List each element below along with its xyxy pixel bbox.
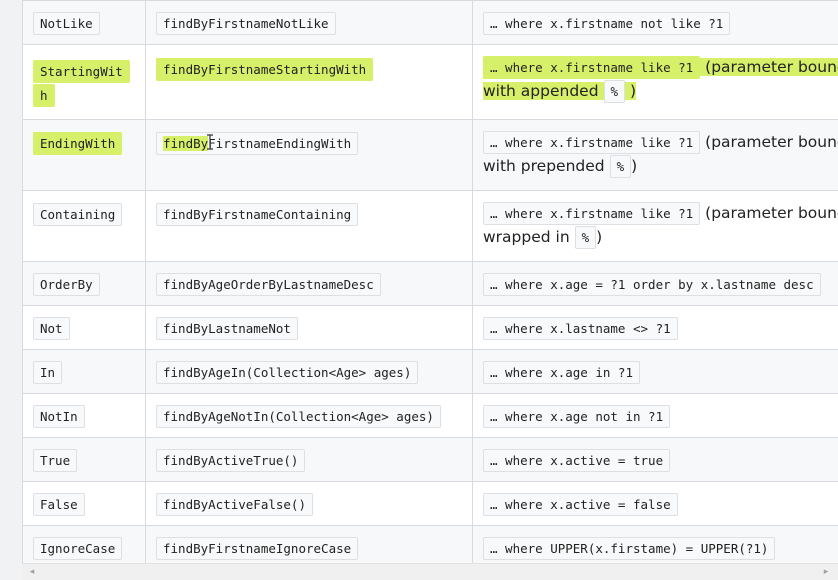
sample-code-rest: FirstnameEndingWith — [208, 136, 352, 151]
sample-code: findByFirstnameNotLike — [156, 12, 336, 35]
table-row: True findByActiveTrue() … where x.active… — [22, 437, 838, 482]
jpql-cell: … where x.age in ?1 — [472, 349, 838, 394]
sample-code: findByActiveTrue() — [156, 449, 306, 472]
keyword-cell: NotIn — [22, 393, 146, 438]
keyword-code: NotIn — [33, 405, 85, 428]
jpql-cell: … where x.firstname like ?1 (parameter b… — [472, 44, 838, 120]
table-row: Containing findByFirstnameContaining … w… — [22, 190, 838, 262]
keyword-code: In — [33, 361, 63, 384]
jpql-code: … where x.lastname <> ?1 — [483, 317, 678, 340]
table-row: In findByAgeIn(Collection<Age> ages) … w… — [22, 349, 838, 394]
sample-code: findByFirstnameIgnoreCase — [156, 537, 359, 560]
jpql-code: … where x.active = false — [483, 493, 678, 516]
keyword-cell: EndingWith — [22, 119, 146, 191]
sample-code-highlight: findBy — [163, 136, 209, 151]
sample-cell: findByFirstnameContaining — [145, 190, 473, 262]
jpql-cell: … where x.age = ?1 order by x.lastname d… — [472, 261, 838, 306]
jpql-cell: … where x.firstname not like ?1 — [472, 0, 838, 45]
keyword-code: StartingWith — [33, 60, 130, 107]
jpql-code: … where UPPER(x.firstame) = UPPER(?1) — [483, 537, 776, 560]
text-cursor-icon — [207, 134, 213, 150]
keyword-code: NotLike — [33, 12, 100, 35]
sample-cell: findByActiveTrue() — [145, 437, 473, 482]
sample-code: findByFirstnameContaining — [156, 203, 359, 226]
sample-cell: findByFirstnameEndingWith — [145, 119, 473, 191]
keyword-code: Containing — [33, 203, 123, 226]
sample-cell: findByLastnameNot — [145, 305, 473, 350]
sample-cell: findByFirstnameNotLike — [145, 0, 473, 45]
keyword-code: OrderBy — [33, 273, 100, 296]
keyword-code: EndingWith — [33, 132, 123, 155]
jpql-cell: … where x.active = true — [472, 437, 838, 482]
operator-code: % — [574, 226, 597, 249]
jpql-cell: … where x.firstname like ?1 (parameter b… — [472, 190, 838, 262]
jpql-code: … where x.firstname like ?1 — [483, 202, 701, 225]
jpql-note-end: ) — [629, 82, 637, 100]
sample-code: findByAgeNotIn(Collection<Age> ages) — [156, 405, 441, 428]
jpql-cell: … where x.firstname like ?1 (parameter b… — [472, 119, 838, 191]
sample-code: findByAgeIn(Collection<Age> ages) — [156, 361, 419, 384]
horizontal-scrollbar[interactable]: ◂ ▸ — [22, 563, 838, 580]
sample-code: findByFirstnameEndingWith — [156, 132, 359, 155]
scrollbar-track[interactable] — [50, 568, 810, 576]
content-viewport: NotLike findByFirstnameNotLike … where x… — [0, 0, 838, 580]
table-row: OrderBy findByAgeOrderByLastnameDesc … w… — [22, 261, 838, 306]
keyword-cell: In — [22, 349, 146, 394]
jpql-note-end: ) — [596, 228, 603, 246]
scroll-left-icon[interactable]: ◂ — [26, 566, 38, 578]
jpql-cell: … where x.age not in ?1 — [472, 393, 838, 438]
keyword-cell: NotLike — [22, 0, 146, 45]
table-row: StartingWith findByFirstnameStartingWith… — [22, 44, 838, 120]
sample-code: findByLastnameNot — [156, 317, 298, 340]
sample-code: findByFirstnameStartingWith — [156, 58, 374, 81]
jpql-code: … where x.firstname like ?1 — [483, 56, 701, 79]
jpql-code: … where x.active = true — [483, 449, 671, 472]
jpql-cell: … where x.active = false — [472, 481, 838, 526]
sample-code: findByAgeOrderByLastnameDesc — [156, 273, 381, 296]
keyword-cell: False — [22, 481, 146, 526]
keyword-cell: Not — [22, 305, 146, 350]
table-row: NotIn findByAgeNotIn(Collection<Age> age… — [22, 393, 838, 438]
sample-cell: findByActiveFalse() — [145, 481, 473, 526]
jpql-cell: … where x.lastname <> ?1 — [472, 305, 838, 350]
keyword-cell: Containing — [22, 190, 146, 262]
keyword-cell: True — [22, 437, 146, 482]
operator-code: % — [609, 155, 632, 178]
table-row: EndingWith findByFirstnameEndingWith … w… — [22, 119, 838, 191]
keyword-cell: StartingWith — [22, 44, 146, 120]
keyword-code: False — [33, 493, 85, 516]
sample-code: findByActiveFalse() — [156, 493, 313, 516]
jpql-code: … where x.firstname like ?1 — [483, 131, 701, 154]
keyword-code: IgnoreCase — [33, 537, 123, 560]
table-row: Not findByLastnameNot … where x.lastname… — [22, 305, 838, 350]
jpql-code: … where x.firstname not like ?1 — [483, 12, 731, 35]
sample-cell: findByAgeIn(Collection<Age> ages) — [145, 349, 473, 394]
jpql-code: … where x.age in ?1 — [483, 361, 640, 384]
keyword-code: True — [33, 449, 78, 472]
sample-cell: findByAgeOrderByLastnameDesc — [145, 261, 473, 306]
jpql-code: … where x.age = ?1 order by x.lastname d… — [483, 273, 821, 296]
keyword-code: Not — [33, 317, 70, 340]
jpql-code: … where x.age not in ?1 — [483, 405, 671, 428]
jpql-note-end: ) — [631, 157, 638, 175]
sample-cell: findByAgeNotIn(Collection<Age> ages) — [145, 393, 473, 438]
keyword-cell: OrderBy — [22, 261, 146, 306]
keyword-table: NotLike findByFirstnameNotLike … where x… — [22, 0, 838, 570]
table-row: False findByActiveFalse() … where x.acti… — [22, 481, 838, 526]
scroll-right-icon[interactable]: ▸ — [820, 566, 832, 578]
table-row: NotLike findByFirstnameNotLike … where x… — [22, 0, 838, 45]
operator-code: % — [603, 80, 626, 103]
sample-cell: findByFirstnameStartingWith — [145, 44, 473, 120]
